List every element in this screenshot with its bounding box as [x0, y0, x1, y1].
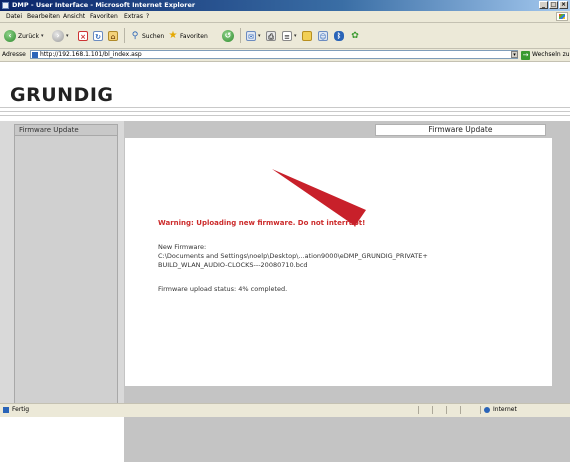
edit-button[interactable]: ≡ ▾: [282, 29, 297, 43]
chevron-down-icon: ▾: [258, 33, 261, 39]
address-input[interactable]: http://192.168.1.101/bl_index.asp: [30, 50, 518, 59]
globe-icon: [484, 407, 490, 413]
back-button[interactable]: ‹ Zurück ▾: [4, 29, 43, 43]
print-button[interactable]: ⎙: [266, 29, 276, 43]
window-controls: _ □ ×: [539, 1, 568, 9]
address-url: http://192.168.1.101/bl_index.asp: [40, 51, 142, 58]
chevron-down-icon: ▾: [66, 33, 69, 39]
bluetooth-button[interactable]: ᛒ: [334, 29, 344, 43]
status-cell: [432, 406, 445, 414]
go-label: Wechseln zu: [532, 51, 570, 58]
folder-button[interactable]: [302, 29, 312, 43]
red-arrow-annotation: [272, 169, 366, 226]
minimize-button[interactable]: _: [539, 1, 548, 9]
ie-app-icon: [2, 2, 9, 9]
menu-datei[interactable]: Datei: [6, 11, 22, 22]
bluetooth-icon: ᛒ: [334, 31, 344, 41]
mail-icon: ✉: [246, 31, 256, 41]
toolbar: ‹ Zurück ▾ › ▾ × ↻ ⌂ ⚲ Suchen ★ Favorite…: [0, 23, 570, 49]
menu-bar: Datei Bearbeiten Ansicht Favoriten Extra…: [0, 11, 570, 23]
status-cell: [446, 406, 459, 414]
window-title-bar: DMP - User Interface - Microsoft Interne…: [0, 0, 570, 11]
security-zone: Internet: [480, 406, 517, 414]
chevron-down-icon: ▾: [40, 33, 44, 39]
page-icon: [32, 52, 38, 58]
close-button[interactable]: ×: [559, 1, 568, 9]
search-button[interactable]: ⚲ Suchen: [130, 29, 165, 43]
menu-bearbeiten[interactable]: Bearbeiten: [27, 11, 60, 22]
go-button[interactable]: → Wechseln zu: [521, 50, 570, 60]
menu-extras[interactable]: Extras: [124, 11, 143, 22]
chevron-down-icon: ▾: [294, 33, 297, 39]
menu-help[interactable]: ?: [146, 11, 149, 22]
status-bar: Fertig Internet: [0, 403, 570, 417]
home-icon: ⌂: [108, 31, 118, 41]
printer-icon: ⎙: [266, 31, 276, 41]
maximize-button[interactable]: □: [549, 1, 558, 9]
stop-icon: ×: [78, 31, 88, 41]
windows-flag-icon: [556, 12, 568, 21]
tools-icon: ✿: [351, 31, 359, 41]
page-content: GRUNDIG Firmware Update Firmware Update …: [0, 62, 570, 462]
search-icon: ⚲: [131, 31, 139, 41]
search-label: Suchen: [142, 32, 165, 40]
zone-label: Internet: [493, 406, 517, 413]
menu-favoriten[interactable]: Favoriten: [90, 11, 118, 22]
refresh-icon: ↻: [93, 31, 103, 41]
forward-arrow-icon: ›: [52, 30, 64, 42]
favorites-label: Favoriten: [180, 32, 208, 40]
messenger-button[interactable]: ☺: [318, 29, 328, 43]
address-dropdown-icon[interactable]: ▾: [511, 51, 518, 58]
history-button[interactable]: ↺: [222, 29, 234, 43]
refresh-button[interactable]: ↻: [93, 29, 103, 43]
stop-button[interactable]: ×: [78, 29, 88, 43]
arrow-shape: [272, 169, 366, 226]
extra-button[interactable]: ✿: [350, 29, 360, 43]
address-bar: Adresse http://192.168.1.101/bl_index.as…: [0, 49, 570, 62]
document-icon: ≡: [282, 31, 292, 41]
history-icon: ↺: [222, 30, 234, 42]
home-button[interactable]: ⌂: [108, 29, 118, 43]
menu-ansicht[interactable]: Ansicht: [63, 11, 85, 22]
status-cell: [418, 406, 431, 414]
status-cell: [460, 406, 473, 414]
window-title: DMP - User Interface - Microsoft Interne…: [12, 1, 196, 9]
mail-button[interactable]: ✉ ▾: [246, 29, 261, 43]
star-icon: ★: [168, 30, 178, 41]
favorites-button[interactable]: ★ Favoriten: [168, 29, 208, 43]
status-text: Fertig: [12, 406, 30, 413]
address-label: Adresse: [2, 51, 26, 58]
page-done-icon: [3, 407, 9, 413]
back-arrow-icon: ‹: [4, 30, 16, 42]
back-label: Zurück: [18, 32, 39, 40]
go-arrow-icon: →: [521, 50, 530, 60]
chat-icon: ☺: [318, 31, 328, 41]
forward-button[interactable]: › ▾: [52, 29, 69, 43]
toolbar-separator: [124, 28, 125, 43]
folder-icon: [302, 31, 312, 41]
toolbar-separator: [240, 28, 241, 43]
